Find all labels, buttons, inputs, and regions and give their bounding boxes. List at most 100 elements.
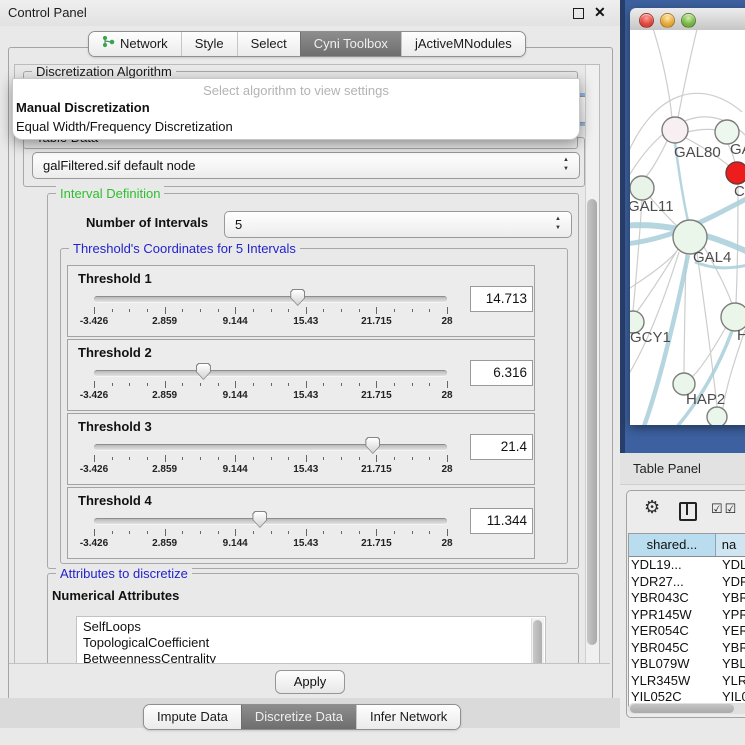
- network-edge[interactable]: [636, 249, 678, 313]
- table-cell-name[interactable]: YDR2: [720, 574, 745, 591]
- table-row[interactable]: YBL079WYBL0: [629, 656, 745, 673]
- threshold-slider[interactable]: -3.4262.8599.14415.4321.71528: [94, 414, 447, 484]
- list-scrollbar[interactable]: [531, 618, 544, 665]
- network-edge[interactable]: [644, 141, 667, 178]
- slider-track[interactable]: [94, 370, 447, 377]
- threshold-value-field[interactable]: 11.344: [470, 508, 533, 534]
- attribute-list-item[interactable]: SelfLoops: [77, 619, 545, 635]
- table-panel-titlebar: Table Panel: [620, 453, 745, 485]
- combo-arrows-icon: ▲▼: [554, 215, 562, 233]
- threshold-slider[interactable]: -3.4262.8599.14415.4321.71528: [94, 488, 447, 558]
- slider-track[interactable]: [94, 444, 447, 451]
- network-graph[interactable]: GAL80GACGAL11GAL4GCY1HHAP2: [630, 30, 745, 425]
- slider-thumb[interactable]: [290, 289, 305, 306]
- combo-arrows-icon: ▲▼: [562, 156, 570, 174]
- major-tick: [165, 455, 166, 462]
- table-cell-shared-name[interactable]: YBR045C: [629, 640, 720, 657]
- slider-track[interactable]: [94, 518, 447, 525]
- network-node[interactable]: [707, 407, 727, 425]
- table-row[interactable]: YLR345WYLR3: [629, 673, 745, 690]
- close-icon[interactable]: ✕: [594, 4, 606, 21]
- table-cell-shared-name[interactable]: YBL079W: [629, 656, 720, 673]
- numerical-attributes-list[interactable]: SelfLoopsTopologicalCoefficientBetweenne…: [76, 616, 546, 665]
- major-tick: [447, 455, 448, 462]
- popup-option[interactable]: Manual Discretization: [13, 98, 579, 117]
- tab-discretize-data[interactable]: Discretize Data: [241, 705, 356, 729]
- network-node-gal80[interactable]: [662, 117, 688, 143]
- close-traffic-light-icon[interactable]: [639, 13, 654, 28]
- column-header-name[interactable]: na: [716, 534, 745, 556]
- apply-button[interactable]: Apply: [275, 670, 345, 694]
- tab-jactivemnodules[interactable]: jActiveMNodules: [401, 32, 525, 56]
- settings-scrollbar[interactable]: [585, 65, 599, 663]
- threshold-value-field[interactable]: 21.4: [470, 434, 533, 460]
- table-cell-shared-name[interactable]: YBR043C: [629, 590, 720, 607]
- minor-tick: [359, 383, 360, 386]
- minor-tick: [200, 457, 201, 460]
- network-window-titlebar[interactable]: [630, 8, 745, 31]
- gear-icon[interactable]: ⚙: [644, 497, 660, 518]
- tab-infer-network[interactable]: Infer Network: [356, 705, 460, 729]
- tab-impute-data[interactable]: Impute Data: [144, 705, 241, 729]
- minor-tick: [323, 309, 324, 312]
- split-view-icon[interactable]: [679, 502, 697, 521]
- table-data-combo[interactable]: galFiltered.sif default node ▲▼: [32, 152, 580, 179]
- tab-style[interactable]: Style: [181, 32, 237, 56]
- table-cell-name[interactable]: YPR1: [720, 607, 745, 624]
- table-row[interactable]: YDR27...YDR2: [629, 574, 745, 591]
- column-header-shared[interactable]: shared...: [629, 534, 716, 556]
- checkbox-icons[interactable]: ☑☑: [711, 501, 738, 517]
- minor-tick: [129, 383, 130, 386]
- network-node-c[interactable]: [726, 162, 745, 184]
- network-edge[interactable]: [633, 200, 642, 311]
- table-cell-shared-name[interactable]: YER054C: [629, 623, 720, 640]
- table-cell-name[interactable]: YBL0: [720, 656, 745, 673]
- table-panel-title: Table Panel: [633, 461, 701, 476]
- minimize-traffic-light-icon[interactable]: [660, 13, 675, 28]
- threshold-value-field[interactable]: 14.713: [470, 286, 533, 312]
- minor-tick: [341, 383, 342, 386]
- network-edge[interactable]: [678, 30, 698, 118]
- threshold-panel: Threshold 2-3.4262.8599.14415.4321.71528…: [67, 339, 535, 411]
- popup-option[interactable]: Equal Width/Frequency Discretization: [13, 117, 579, 136]
- table-cell-name[interactable]: YBR0: [720, 640, 745, 657]
- table-cell-name[interactable]: YLR3: [720, 673, 745, 690]
- table-cell-shared-name[interactable]: YPR145W: [629, 607, 720, 624]
- table-cell-shared-name[interactable]: YDR27...: [629, 574, 720, 591]
- zoom-traffic-light-icon[interactable]: [681, 13, 696, 28]
- table-scrollbar-thumb[interactable]: [630, 704, 734, 713]
- table-row[interactable]: YER054CYER0: [629, 623, 745, 640]
- table-cell-name[interactable]: YBR0: [720, 590, 745, 607]
- table-cell-shared-name[interactable]: YDL19...: [629, 557, 720, 574]
- network-edge[interactable]: [687, 129, 717, 132]
- tick-label: 21.715: [361, 538, 392, 549]
- tab-cyni-toolbox[interactable]: Cyni Toolbox: [300, 32, 401, 56]
- float-window-icon[interactable]: [573, 8, 584, 19]
- settings-scrollbar-thumb[interactable]: [587, 199, 597, 645]
- table-row[interactable]: YPR145WYPR1: [629, 607, 745, 624]
- slider-thumb[interactable]: [252, 511, 267, 528]
- table-row[interactable]: YDL19...YDL1: [629, 557, 745, 574]
- network-node-gal11[interactable]: [630, 176, 654, 200]
- table-cell-shared-name[interactable]: YLR345W: [629, 673, 720, 690]
- table-row[interactable]: YBR043CYBR0: [629, 590, 745, 607]
- network-canvas[interactable]: GAL80GACGAL11GAL4GCY1HHAP2: [630, 30, 745, 425]
- threshold-slider[interactable]: -3.4262.8599.14415.4321.71528: [94, 340, 447, 410]
- threshold-value-field[interactable]: 6.316: [470, 360, 533, 386]
- table-horizontal-scrollbar[interactable]: [628, 703, 745, 714]
- slider-track[interactable]: [94, 296, 447, 303]
- slider-thumb[interactable]: [365, 437, 380, 454]
- threshold-slider[interactable]: -3.4262.8599.14415.4321.71528: [94, 266, 447, 336]
- slider-thumb[interactable]: [196, 363, 211, 380]
- network-edge[interactable]: [652, 30, 672, 118]
- attribute-list-item[interactable]: TopologicalCoefficient: [77, 635, 545, 651]
- table-row[interactable]: YBR045CYBR0: [629, 640, 745, 657]
- num-intervals-combo[interactable]: 5 ▲▼: [224, 211, 572, 238]
- table-cell-name[interactable]: YER0: [720, 623, 745, 640]
- tab-network[interactable]: Network: [89, 32, 181, 56]
- list-scrollbar-thumb[interactable]: [533, 620, 542, 665]
- table-cell-name[interactable]: YDL1: [720, 557, 745, 574]
- minor-tick: [412, 309, 413, 312]
- tab-select[interactable]: Select: [237, 32, 300, 56]
- panel-title: Control Panel: [8, 5, 87, 20]
